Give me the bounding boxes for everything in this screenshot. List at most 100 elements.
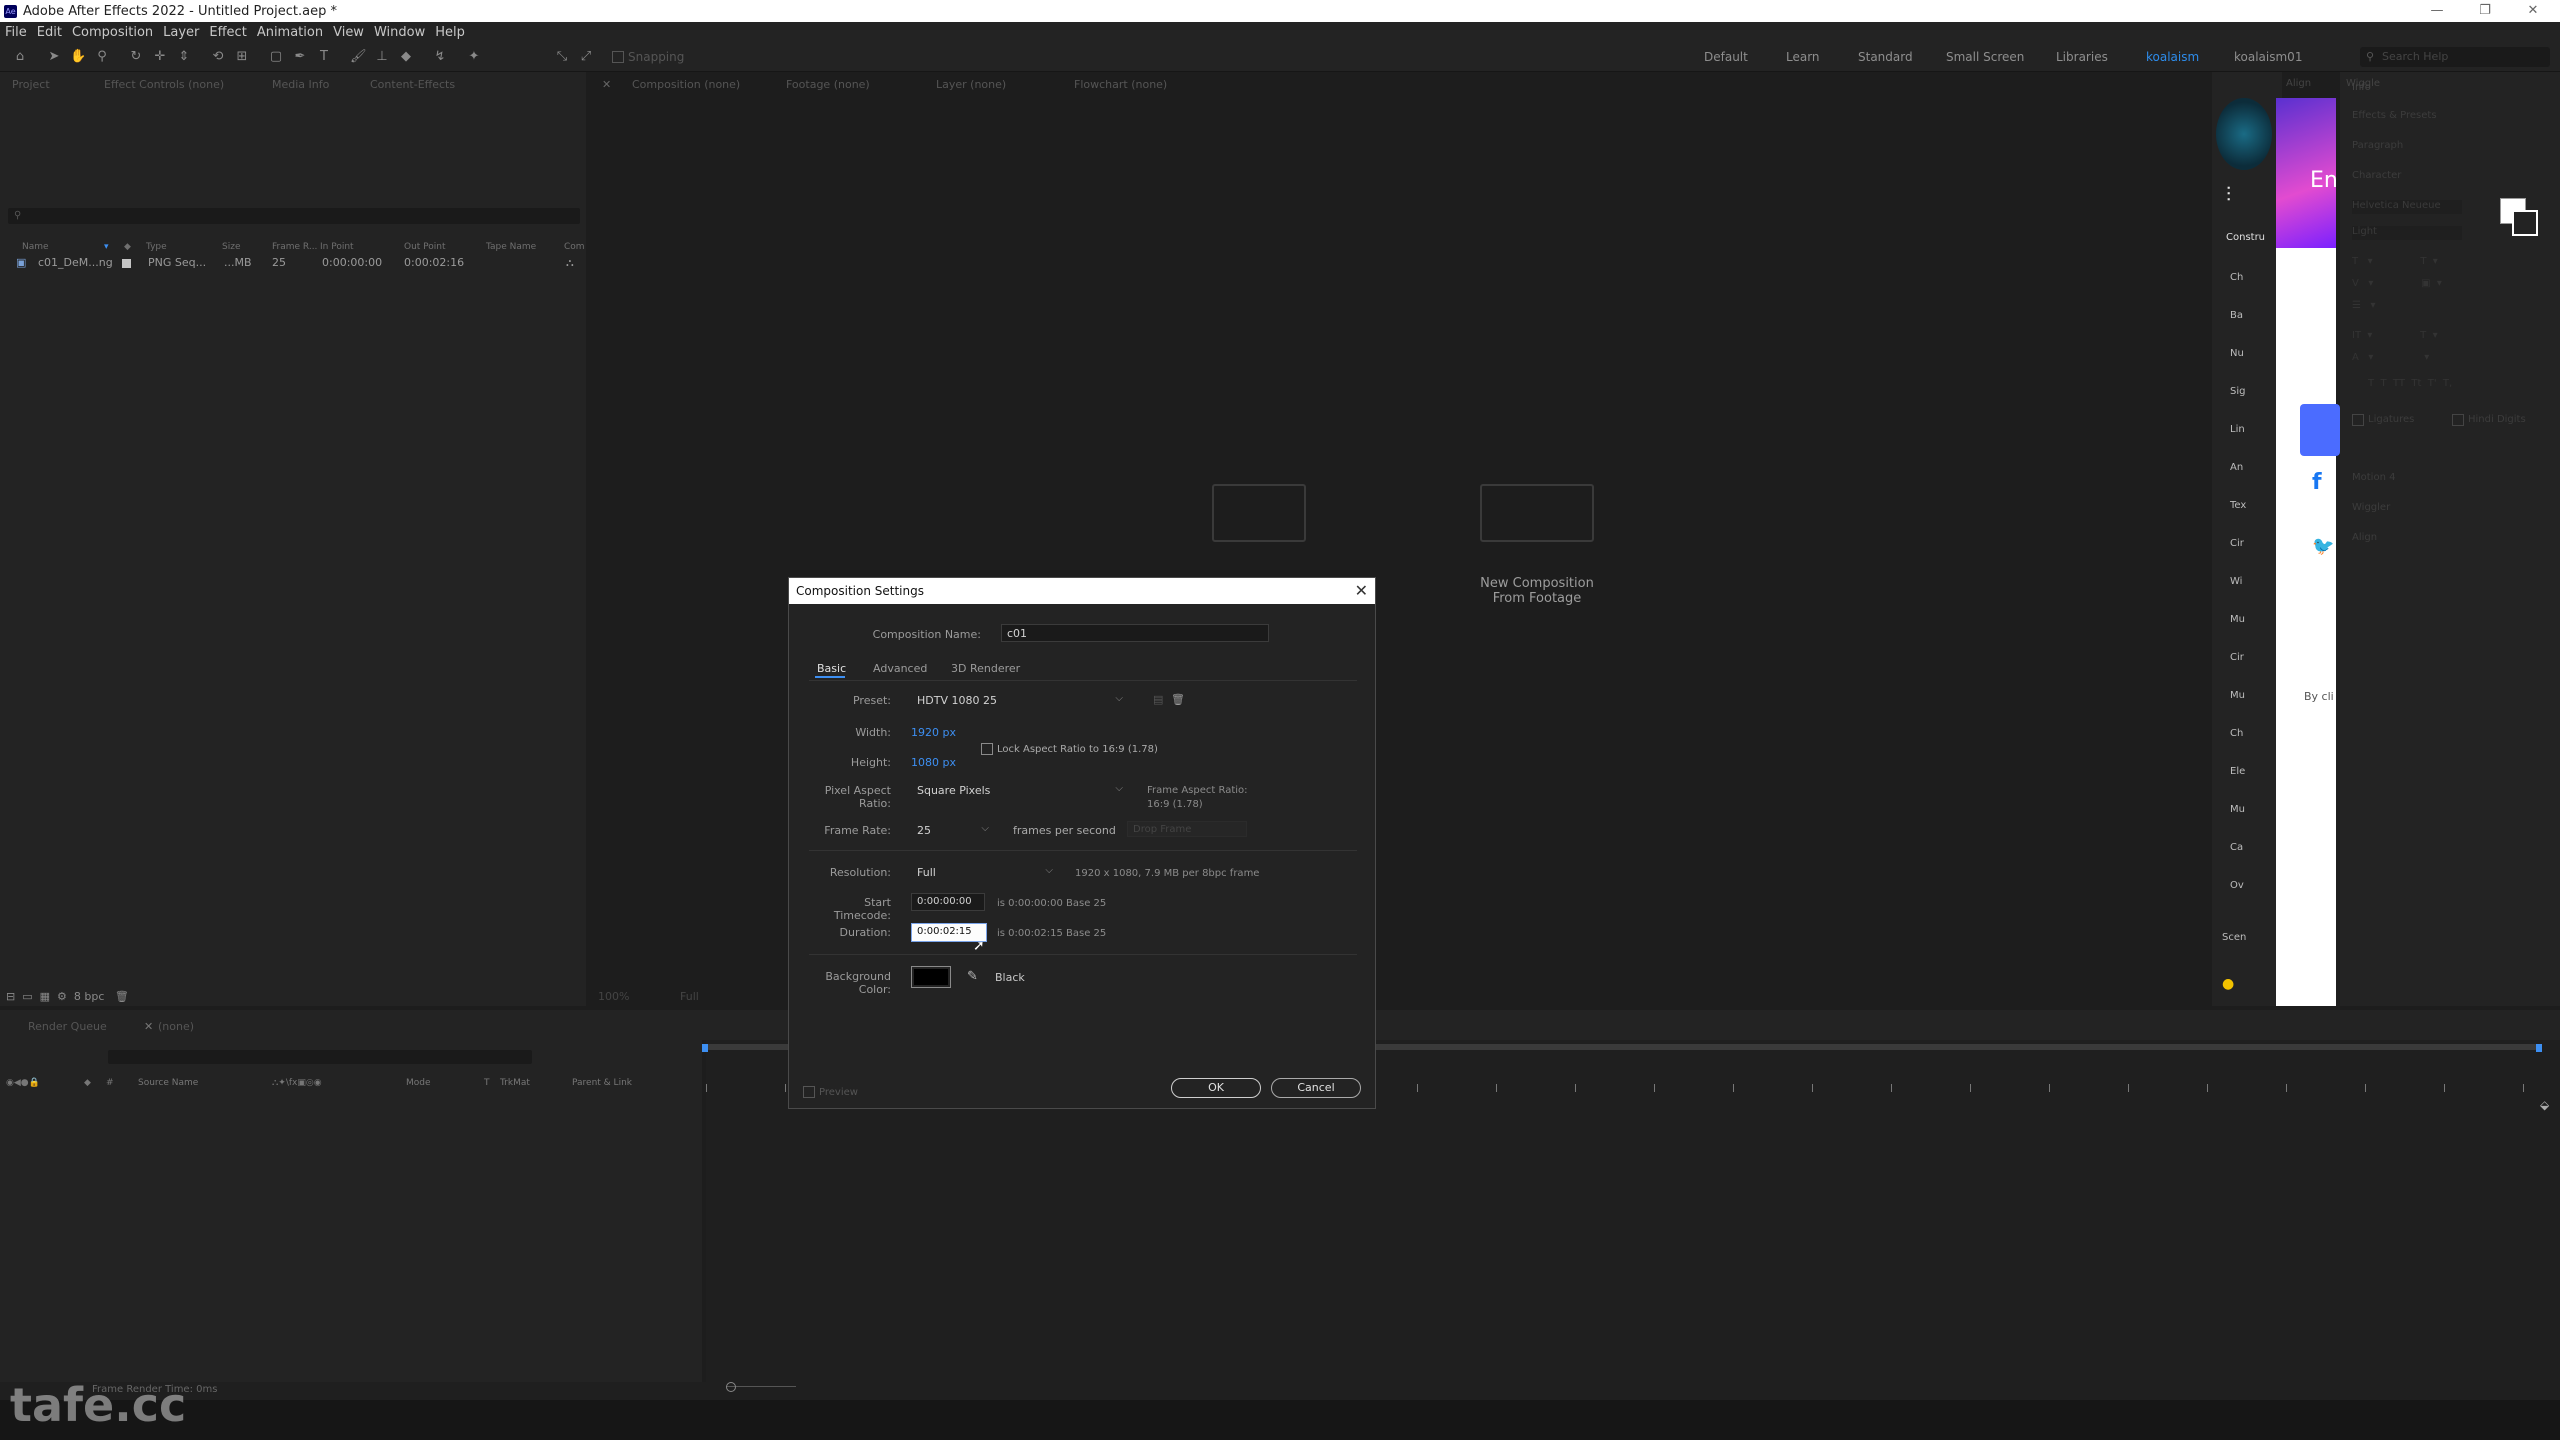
- list-item[interactable]: Lin: [2230, 424, 2270, 462]
- construct-label[interactable]: Constru: [2226, 232, 2265, 243]
- resolution-dropdown[interactable]: Full: [680, 990, 699, 1003]
- flowchart-icon[interactable]: ⛬: [566, 256, 574, 270]
- zoom-slider[interactable]: [726, 1386, 796, 1387]
- column-t[interactable]: T: [484, 1078, 490, 1088]
- local-axis-icon[interactable]: ⤡: [554, 49, 570, 65]
- close-window-button[interactable]: ✕: [2510, 0, 2556, 22]
- column-in-point[interactable]: In Point: [320, 242, 354, 252]
- navigator-end-handle[interactable]: [2536, 1044, 2542, 1052]
- clone-stamp-tool-icon[interactable]: ⊥: [374, 49, 390, 65]
- sort-arrow-icon[interactable]: ▾: [104, 242, 109, 252]
- background-color-swatch[interactable]: [911, 966, 951, 988]
- frame-rate-dropdown[interactable]: 25 ⌵: [911, 821, 995, 839]
- kerning-control[interactable]: V ▾ ▣ ▾: [2352, 278, 2552, 300]
- adjust-settings-icon[interactable]: ⚙: [57, 990, 67, 1003]
- font-size-control[interactable]: T ▾ T ▾: [2352, 256, 2552, 278]
- maximize-button[interactable]: ❐: [2462, 0, 2508, 22]
- comp-name-input[interactable]: c01: [1001, 624, 1269, 642]
- new-composition-icon[interactable]: ▦: [40, 990, 50, 1003]
- baseline-shift-control[interactable]: A ▾ ▾: [2352, 352, 2552, 378]
- list-item[interactable]: Ov: [2230, 880, 2270, 918]
- snapping-checkbox[interactable]: [612, 51, 624, 63]
- tab-advanced[interactable]: Advanced: [873, 662, 927, 675]
- list-item[interactable]: Tex: [2230, 500, 2270, 538]
- column-parent-link[interactable]: Parent & Link: [572, 1078, 632, 1088]
- interpret-footage-icon[interactable]: ⊟: [6, 990, 15, 1003]
- menu-animation[interactable]: Animation: [252, 25, 328, 40]
- section-paragraph[interactable]: Paragraph: [2352, 140, 2403, 151]
- column-out-point[interactable]: Out Point: [404, 242, 446, 252]
- pan-tool-icon[interactable]: ✛: [152, 49, 168, 65]
- close-icon[interactable]: ✕: [602, 78, 611, 91]
- list-item[interactable]: Mu: [2230, 690, 2270, 728]
- tab-content-effects[interactable]: Content-Effects: [370, 78, 455, 91]
- zoom-dropdown[interactable]: 100%: [598, 990, 629, 1003]
- tab-align[interactable]: Align: [2286, 78, 2311, 89]
- layer-switches-icon[interactable]: ⛬✦\fx▣◎◉: [272, 1078, 322, 1088]
- ligatures-checkbox[interactable]: [2352, 414, 2364, 426]
- lock-aspect-checkbox[interactable]: [981, 743, 993, 755]
- tab-basic[interactable]: Basic: [817, 662, 846, 675]
- cancel-button[interactable]: Cancel: [1271, 1078, 1361, 1098]
- list-item[interactable]: Ch: [2230, 272, 2270, 310]
- list-item[interactable]: Wi: [2230, 576, 2270, 614]
- workspace-learn[interactable]: Learn: [1786, 50, 1820, 64]
- twitter-icon[interactable]: 🐦: [2312, 536, 2334, 557]
- workspace-small-screen[interactable]: Small Screen: [1946, 50, 2024, 64]
- column-tape-name[interactable]: Tape Name: [486, 242, 536, 252]
- pen-tool-icon[interactable]: ✒: [292, 49, 308, 65]
- list-item[interactable]: Sig: [2230, 386, 2270, 424]
- table-row[interactable]: ▣ c01_DeM...ng PNG Seq... ...MB 25 0:00:…: [8, 256, 588, 272]
- width-value[interactable]: 1920 px: [911, 726, 956, 739]
- menu-file[interactable]: File: [0, 25, 32, 40]
- tab-effect-controls[interactable]: Effect Controls (none): [104, 78, 224, 91]
- section-effects-presets[interactable]: Effects & Presets: [2352, 110, 2437, 121]
- warning-icon[interactable]: ●: [2222, 976, 2234, 992]
- stroke-color-swatch[interactable]: [2512, 210, 2538, 236]
- minimize-button[interactable]: —: [2414, 0, 2460, 22]
- preset-dropdown[interactable]: HDTV 1080 25 ⌵: [911, 691, 1129, 709]
- sliders-icon[interactable]: ⫶: [2226, 182, 2231, 206]
- tab-composition[interactable]: Composition (none): [632, 78, 740, 91]
- section-character[interactable]: Character: [2352, 170, 2401, 181]
- rectangle-tool-icon[interactable]: ▢: [268, 49, 284, 65]
- av-switches-icon[interactable]: ◉◀●🔒: [6, 1078, 40, 1088]
- label-tag-icon[interactable]: ◆: [84, 1078, 91, 1088]
- list-item[interactable]: Mu: [2230, 804, 2270, 842]
- tab-flowchart[interactable]: Flowchart (none): [1074, 78, 1167, 91]
- list-item[interactable]: Ca: [2230, 842, 2270, 880]
- list-item[interactable]: An: [2230, 462, 2270, 500]
- delete-preset-icon[interactable]: 🗑: [1171, 693, 1185, 706]
- timeline-search-input[interactable]: [108, 1050, 532, 1064]
- close-icon[interactable]: ✕: [144, 1020, 153, 1033]
- list-item[interactable]: Nu: [2230, 348, 2270, 386]
- trash-icon[interactable]: 🗑: [115, 990, 129, 1003]
- roto-brush-tool-icon[interactable]: ↯: [432, 49, 448, 65]
- column-name[interactable]: Name: [22, 242, 49, 252]
- height-value[interactable]: 1080 px: [911, 756, 956, 769]
- menu-window[interactable]: Window: [369, 25, 430, 40]
- list-item[interactable]: Ba: [2230, 310, 2270, 348]
- font-style-dropdown[interactable]: Light: [2352, 226, 2462, 240]
- navigator-start-handle[interactable]: [702, 1044, 708, 1052]
- save-preset-icon[interactable]: ▤: [1153, 693, 1163, 706]
- vertical-scale-control[interactable]: IT ▾ T ▾: [2352, 330, 2552, 352]
- column-comment[interactable]: Com: [564, 242, 585, 252]
- ok-button[interactable]: OK: [1171, 1078, 1261, 1098]
- home-icon[interactable]: ⌂: [12, 49, 28, 65]
- tab-project[interactable]: Project: [12, 78, 50, 91]
- workspace-standard[interactable]: Standard: [1858, 50, 1913, 64]
- menu-effect[interactable]: Effect: [204, 25, 251, 40]
- project-search-input[interactable]: [8, 208, 580, 224]
- list-item[interactable]: Cir: [2230, 652, 2270, 690]
- new-comp-from-footage-label[interactable]: New Composition From Footage: [1440, 576, 1634, 606]
- column-number[interactable]: #: [106, 1078, 114, 1088]
- column-size[interactable]: Size: [222, 242, 240, 252]
- section-align[interactable]: Align: [2352, 532, 2377, 543]
- anchor-tool-icon[interactable]: ⊞: [234, 49, 250, 65]
- column-trkmat[interactable]: TrkMat: [500, 1078, 530, 1088]
- rotation-tool-icon[interactable]: ⟲: [210, 49, 226, 65]
- resolution-dropdown[interactable]: Full ⌵: [911, 863, 1059, 881]
- preview-checkbox[interactable]: [803, 1086, 815, 1098]
- tab-info[interactable]: Info: [2352, 82, 2371, 93]
